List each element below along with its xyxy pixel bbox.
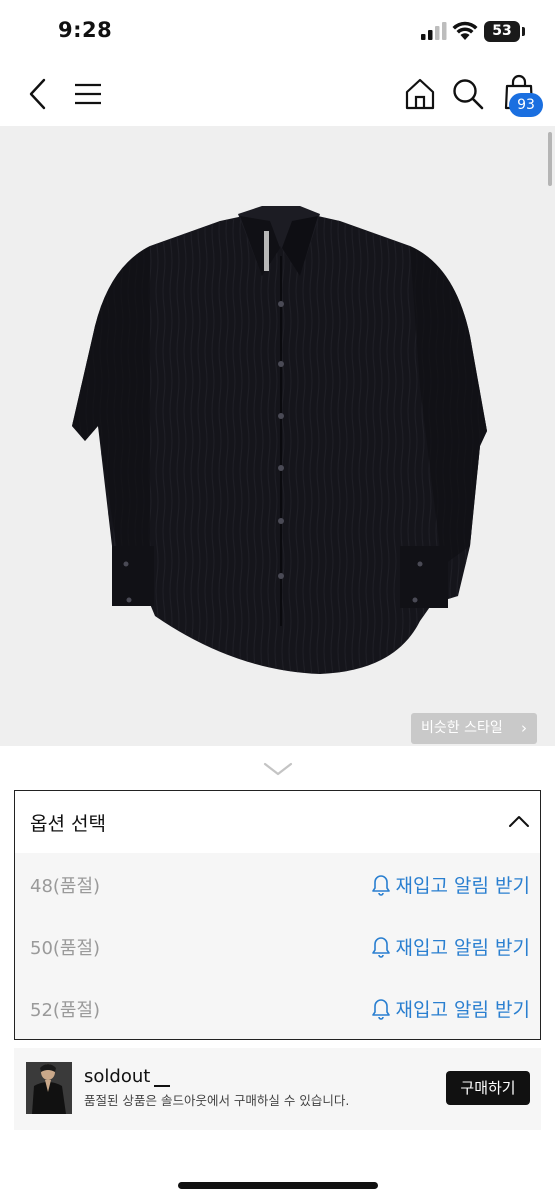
restock-alert-button[interactable]: 재입고 알림 받기 bbox=[371, 871, 530, 897]
battery-icon: 53 bbox=[484, 21, 520, 42]
option-row[interactable]: 48(품절) 재입고 알림 받기 bbox=[15, 853, 540, 915]
scrollbar-thumb[interactable] bbox=[548, 132, 552, 186]
option-row[interactable]: 52(품절) 재입고 알림 받기 bbox=[15, 977, 540, 1039]
option-selector: 옵션 선택 48(품절) 재입고 알림 받기 50(품절) 재입고 알림 받기 … bbox=[14, 790, 541, 1040]
option-title: 옵션 선택 bbox=[30, 813, 106, 835]
restock-label: 재입고 알림 받기 bbox=[395, 937, 530, 959]
soldout-banner: soldout 품절된 상품은 솔드아웃에서 구매하실 수 있습니다. 구매하기 bbox=[14, 1048, 541, 1130]
soldout-thumbnail bbox=[26, 1062, 72, 1114]
similar-style-button[interactable]: 비슷한 스타일 › bbox=[411, 713, 537, 744]
battery-cap bbox=[522, 27, 525, 36]
option-size: 48(품절) bbox=[30, 876, 101, 897]
option-size: 50(품절) bbox=[30, 938, 101, 959]
buy-button[interactable]: 구매하기 bbox=[446, 1071, 530, 1105]
chevron-up-icon[interactable] bbox=[508, 813, 530, 829]
bell-icon bbox=[371, 936, 390, 958]
signal-icon bbox=[421, 22, 447, 40]
bell-icon bbox=[371, 874, 390, 896]
shirt-image bbox=[72, 206, 487, 674]
soldout-logo-underline bbox=[154, 1085, 170, 1087]
option-header[interactable]: 옵션 선택 bbox=[15, 791, 540, 853]
soldout-description: 품절된 상품은 솔드아웃에서 구매하실 수 있습니다. bbox=[84, 1093, 350, 1108]
restock-label: 재입고 알림 받기 bbox=[395, 999, 530, 1021]
back-icon[interactable] bbox=[24, 76, 54, 112]
cart-count-badge[interactable]: 93 bbox=[509, 93, 543, 117]
restock-alert-button[interactable]: 재입고 알림 받기 bbox=[371, 933, 530, 959]
option-row[interactable]: 50(품절) 재입고 알림 받기 bbox=[15, 915, 540, 977]
navigation-bar bbox=[0, 62, 555, 126]
bell-icon bbox=[371, 998, 390, 1020]
wifi-icon bbox=[452, 21, 478, 40]
menu-icon[interactable] bbox=[72, 78, 104, 110]
chevron-down-icon[interactable] bbox=[262, 760, 294, 778]
chevron-right-icon: › bbox=[521, 719, 527, 737]
search-icon[interactable] bbox=[450, 76, 486, 112]
restock-label: 재입고 알림 받기 bbox=[395, 875, 530, 897]
status-bar: 9:28 53 bbox=[0, 0, 555, 62]
option-size: 52(품절) bbox=[30, 1000, 101, 1021]
similar-style-label: 비슷한 스타일 bbox=[421, 720, 503, 736]
home-icon[interactable] bbox=[402, 76, 438, 112]
soldout-logo: soldout bbox=[84, 1066, 151, 1087]
product-image[interactable] bbox=[0, 126, 555, 746]
status-time: 9:28 bbox=[58, 18, 113, 42]
home-indicator[interactable] bbox=[178, 1182, 378, 1189]
restock-alert-button[interactable]: 재입고 알림 받기 bbox=[371, 995, 530, 1021]
